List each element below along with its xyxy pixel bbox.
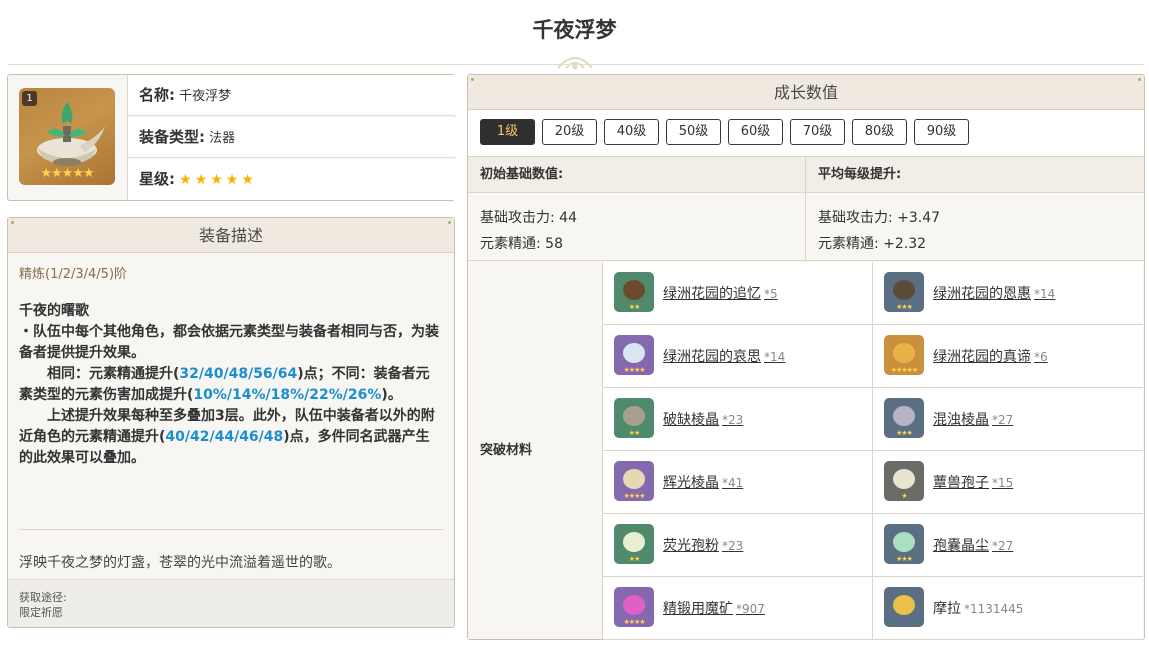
material-item[interactable]: ★★★★ 绿洲花园的哀思 *14 bbox=[603, 325, 873, 388]
material-count: *27 bbox=[992, 413, 1014, 427]
material-name[interactable]: 绿洲花园的哀思 *14 bbox=[663, 346, 785, 366]
material-name[interactable]: 绿洲花园的真谛 *6 bbox=[933, 346, 1048, 366]
ornament-icon bbox=[557, 57, 593, 70]
material-icon: ★★ bbox=[614, 524, 654, 564]
material-item[interactable]: ★★★ 绿洲花园的恩惠 *14 bbox=[873, 262, 1143, 325]
base-em: 元素精通: 58 bbox=[480, 236, 563, 252]
material-item[interactable]: 摩拉 *1131445 bbox=[873, 577, 1143, 640]
skill-value-dmg: 10%/14%/18%/22%/26% bbox=[193, 387, 382, 403]
type-value: 法器 bbox=[209, 131, 236, 146]
material-count: *15 bbox=[992, 476, 1014, 490]
material-item[interactable]: ★★ 绿洲花园的追忆 *5 bbox=[603, 262, 873, 325]
material-name[interactable]: 混浊棱晶 *27 bbox=[933, 409, 1013, 429]
level-selector: 1级 20级 40级 50级 60级 70级 80级 90级 bbox=[468, 110, 1144, 157]
material-icon: ★★★ bbox=[884, 272, 924, 312]
material-count: *14 bbox=[764, 350, 786, 364]
material-name[interactable]: 精锻用魔矿 *907 bbox=[663, 598, 765, 618]
material-name[interactable]: 孢囊晶尘 *27 bbox=[933, 535, 1013, 555]
skill-line-3: 上述提升效果每种至多叠加3层。此外，队伍中装备者以外的附近角色的元素精通提升(4… bbox=[19, 408, 435, 466]
rarity-number-badge: 1 bbox=[22, 91, 37, 106]
rarity-label: 星级: bbox=[139, 170, 175, 188]
material-name[interactable]: 摩拉 *1131445 bbox=[933, 598, 1023, 618]
skill-name: 千夜的曙歌 bbox=[19, 303, 89, 319]
description-panel: 装备描述 精炼(1/2/3/4/5)阶 千夜的曙歌 ・队伍中每个其他角色，都会依… bbox=[7, 217, 455, 628]
skill-value-em: 32/40/48/56/64 bbox=[179, 366, 298, 382]
material-count: *5 bbox=[764, 287, 778, 301]
level-button[interactable]: 20级 bbox=[542, 119, 597, 145]
material-icon: ★★★★ bbox=[614, 461, 654, 501]
material-count: *41 bbox=[722, 476, 744, 490]
avg-growth-header: 平均每级提升: bbox=[806, 157, 1144, 193]
material-count: *23 bbox=[722, 539, 744, 553]
material-item[interactable]: ★★★★ 辉光棱晶 *41 bbox=[603, 451, 873, 514]
material-icon: ★★★★★ bbox=[884, 335, 924, 375]
material-item[interactable]: ★★ 荧光孢粉 *23 bbox=[603, 514, 873, 577]
avg-atk: 基础攻击力: +3.47 bbox=[818, 210, 941, 226]
level-button[interactable]: 60级 bbox=[728, 119, 783, 145]
material-count: *14 bbox=[1034, 287, 1056, 301]
material-icon: ★★★★ bbox=[614, 335, 654, 375]
level-button[interactable]: 40级 bbox=[604, 119, 659, 145]
growth-panel: 成长数值 1级 20级 40级 50级 60级 70级 80级 90级 初始基础数值: 平均每… bbox=[467, 74, 1145, 640]
name-row: 名称: 千夜浮梦 bbox=[128, 75, 455, 116]
material-icon: ★★ bbox=[614, 272, 654, 312]
materials-label: 突破材料 bbox=[468, 262, 603, 639]
material-count: *23 bbox=[722, 413, 744, 427]
material-name[interactable]: 绿洲花园的追忆 *5 bbox=[663, 283, 778, 303]
growth-title: 成长数值 bbox=[468, 75, 1144, 110]
skill-line-2: 相同：元素精通提升(32/40/48/56/64)点；不同：装备者元素类型的元素… bbox=[19, 366, 430, 403]
base-stats-header: 初始基础数值: bbox=[468, 157, 806, 193]
level-button[interactable]: 70级 bbox=[790, 119, 845, 145]
obtain-section: 获取途径: 限定祈愿 bbox=[8, 579, 454, 627]
weapon-image: 1 ★★★★★ bbox=[19, 88, 115, 185]
material-item[interactable]: ★★★ 混浊棱晶 *27 bbox=[873, 388, 1143, 451]
material-icon: ★★★★ bbox=[614, 587, 654, 627]
level-button[interactable]: 50级 bbox=[666, 119, 721, 145]
skill-value-team-em: 40/42/44/46/48 bbox=[165, 429, 284, 445]
material-name[interactable]: 破缺棱晶 *23 bbox=[663, 409, 743, 429]
material-count: *907 bbox=[736, 602, 765, 616]
type-label: 装备类型: bbox=[139, 128, 205, 146]
refine-label: 精炼(1/2/3/4/5)阶 bbox=[19, 267, 128, 282]
description-title: 装备描述 bbox=[8, 218, 454, 253]
base-stats: 基础攻击力: 44 元素精通: 58 bbox=[468, 193, 806, 261]
rarity-row: 星级: ★★★★★ bbox=[128, 159, 455, 200]
title-divider bbox=[8, 64, 1144, 65]
material-count: *1131445 bbox=[964, 602, 1024, 616]
material-count: *6 bbox=[1034, 350, 1048, 364]
material-item[interactable]: ★★★★ 精锻用魔矿 *907 bbox=[603, 577, 873, 640]
material-icon: ★★★ bbox=[884, 524, 924, 564]
level-button[interactable]: 80级 bbox=[852, 119, 907, 145]
material-icon: ★ bbox=[884, 461, 924, 501]
material-icon bbox=[884, 587, 924, 627]
material-name[interactable]: 辉光棱晶 *41 bbox=[663, 472, 743, 492]
rarity-stars: ★★★★★ bbox=[179, 172, 257, 188]
material-name[interactable]: 蕈兽孢子 *15 bbox=[933, 472, 1013, 492]
skill-line-1: ・队伍中每个其他角色，都会依据元素类型与装备者相同与否，为装备者提供提升效果。 bbox=[19, 324, 439, 361]
level-button[interactable]: 1级 bbox=[480, 119, 535, 145]
name-label: 名称: bbox=[139, 86, 175, 104]
material-item[interactable]: ★ 蕈兽孢子 *15 bbox=[873, 451, 1143, 514]
flavor-text: 浮映千夜之梦的灯盏，苍翠的光中流溢着遥世的歌。 bbox=[19, 555, 341, 571]
material-name[interactable]: 荧光孢粉 *23 bbox=[663, 535, 743, 555]
material-item[interactable]: ★★★★★ 绿洲花园的真谛 *6 bbox=[873, 325, 1143, 388]
material-count: *27 bbox=[992, 539, 1014, 553]
name-value: 千夜浮梦 bbox=[179, 89, 232, 104]
weapon-info-panel: 1 ★★★★★ 名称: 千夜浮梦 装备类型: 法器 星级: ★★★★★ bbox=[7, 74, 455, 201]
page-title: 千夜浮梦 bbox=[532, 18, 617, 42]
obtain-value: 限定祈愿 bbox=[19, 606, 63, 619]
skill-description: 千夜的曙歌 ・队伍中每个其他角色，都会依据元素类型与装备者相同与否，为装备者提供… bbox=[19, 301, 443, 469]
type-row: 装备类型: 法器 bbox=[128, 117, 455, 158]
material-icon: ★★ bbox=[614, 398, 654, 438]
avg-em: 元素精通: +2.32 bbox=[818, 236, 927, 252]
level-button[interactable]: 90级 bbox=[914, 119, 969, 145]
material-name[interactable]: 绿洲花园的恩惠 *14 bbox=[933, 283, 1055, 303]
material-icon: ★★★ bbox=[884, 398, 924, 438]
material-item[interactable]: ★★ 破缺棱晶 *23 bbox=[603, 388, 873, 451]
obtain-label: 获取途径: bbox=[19, 591, 67, 604]
avg-growth: 基础攻击力: +3.47 元素精通: +2.32 bbox=[806, 193, 1144, 261]
base-atk: 基础攻击力: 44 bbox=[480, 210, 577, 226]
image-rarity-stars: ★★★★★ bbox=[40, 166, 94, 181]
material-item[interactable]: ★★★ 孢囊晶尘 *27 bbox=[873, 514, 1143, 577]
